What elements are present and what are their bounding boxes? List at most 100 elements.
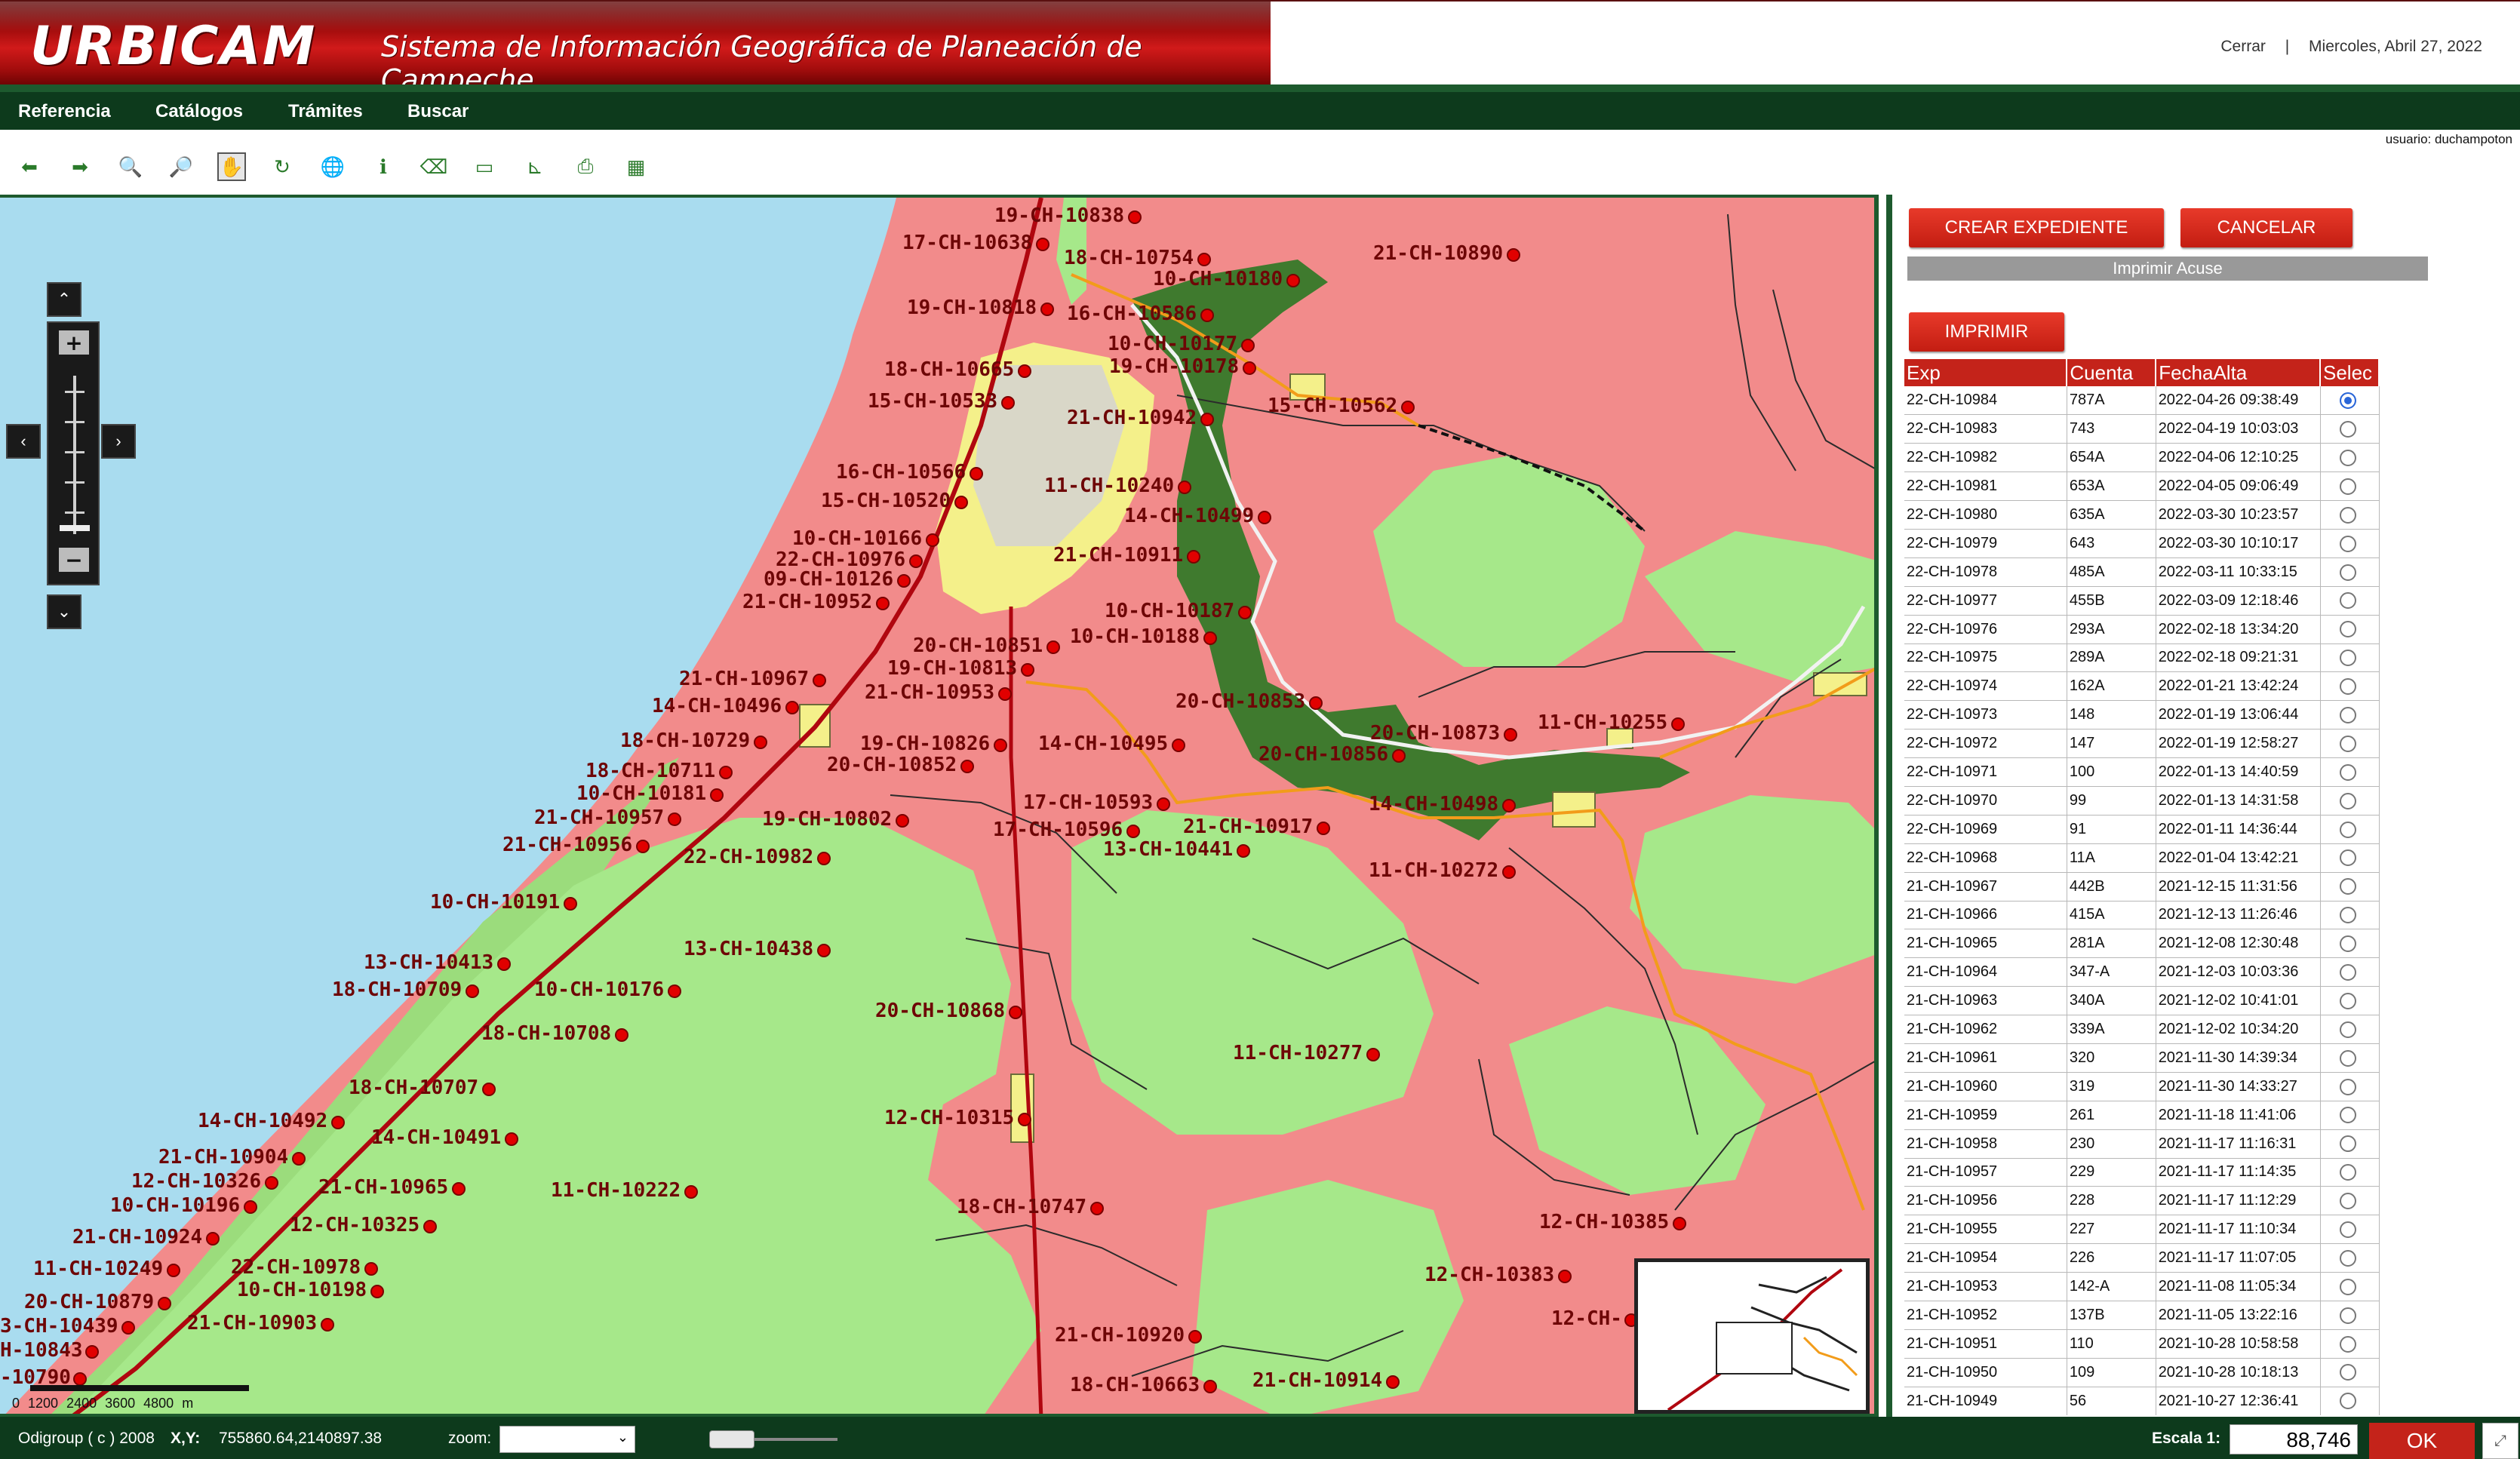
refresh-icon[interactable]: ↻ [268, 152, 297, 181]
expediente-marker[interactable] [1178, 481, 1191, 494]
select-radio[interactable] [2339, 535, 2356, 552]
expediente-marker[interactable] [684, 1185, 698, 1199]
expediente-marker[interactable] [817, 852, 831, 865]
expediente-marker[interactable] [754, 736, 767, 749]
table-row[interactable]: 21-CH-10954 226 2021-11-17 11:07:05 [1904, 1243, 2380, 1273]
expediente-marker[interactable] [1286, 274, 1300, 287]
zoom-out-button[interactable]: − [59, 548, 89, 573]
expediente-marker[interactable] [954, 496, 968, 509]
select-radio[interactable] [2339, 621, 2356, 638]
expediente-marker[interactable] [636, 840, 650, 853]
table-row[interactable]: 21-CH-10958 230 2021-11-17 11:16:31 [1904, 1129, 2380, 1159]
zoom-range-handle[interactable] [709, 1430, 754, 1448]
expediente-marker[interactable] [1172, 739, 1185, 752]
select-radio[interactable] [2339, 1249, 2356, 1267]
menu-item-catalogos[interactable]: Catálogos [155, 101, 243, 122]
expediente-marker[interactable] [423, 1220, 437, 1233]
expediente-marker[interactable] [1018, 1113, 1031, 1126]
measure-area-icon[interactable]: ⊾ [521, 152, 549, 181]
overview-extent[interactable] [1716, 1322, 1793, 1375]
expediente-marker[interactable] [497, 957, 511, 971]
expediente-marker[interactable] [1671, 717, 1685, 731]
select-radio[interactable] [2339, 1164, 2356, 1181]
expediente-marker[interactable] [1243, 361, 1256, 375]
expediente-marker[interactable] [1203, 631, 1217, 645]
expediente-marker[interactable] [710, 788, 724, 802]
expediente-marker[interactable] [1157, 797, 1170, 811]
table-row[interactable]: 22-CH-10972 147 2022-01-19 12:58:27 [1904, 729, 2380, 759]
pan-down-button[interactable]: ⌄ [47, 594, 81, 629]
expediente-marker[interactable] [1558, 1270, 1572, 1283]
table-row[interactable]: 21-CH-10963 340A 2021-12-02 10:41:01 [1904, 986, 2380, 1016]
select-radio[interactable] [2339, 1049, 2356, 1067]
expediente-marker[interactable] [1090, 1202, 1104, 1215]
select-radio[interactable] [2339, 1135, 2356, 1153]
table-row[interactable]: 22-CH-10968 11A 2022-01-04 13:42:21 [1904, 843, 2380, 873]
expediente-marker[interactable] [970, 467, 983, 481]
expediente-marker[interactable] [896, 814, 909, 828]
expediente-marker[interactable] [370, 1285, 384, 1298]
arrow-left-icon[interactable]: ⬅ [15, 152, 44, 181]
select-radio[interactable] [2339, 849, 2356, 867]
select-radio[interactable] [2339, 763, 2356, 781]
table-row[interactable]: 21-CH-10961 320 2021-11-30 14:39:34 [1904, 1043, 2380, 1073]
select-radio[interactable] [2339, 792, 2356, 809]
select-radio[interactable] [2339, 1078, 2356, 1095]
select-radio[interactable] [2339, 1364, 2356, 1381]
table-row[interactable]: 22-CH-10976 293A 2022-02-18 13:34:20 [1904, 615, 2380, 644]
expediente-marker[interactable] [1203, 1380, 1217, 1393]
expediente-marker[interactable] [1258, 511, 1271, 524]
expedientes-table-wrap[interactable]: Exp Cuenta FechaAlta Selec 22-CH-10984 78… [1904, 359, 2380, 1415]
select-radio[interactable] [2339, 992, 2356, 1009]
expand-corner-icon[interactable]: ⤢ [2482, 1423, 2518, 1459]
select-radio[interactable] [2339, 907, 2356, 924]
expediente-marker[interactable] [1197, 253, 1211, 266]
expediente-marker[interactable] [452, 1182, 466, 1196]
expediente-marker[interactable] [994, 739, 1007, 752]
table-row[interactable]: 22-CH-10980 635A 2022-03-30 10:23:57 [1904, 500, 2380, 530]
table-row[interactable]: 21-CH-10949 56 2021-10-27 12:36:41 [1904, 1387, 2380, 1415]
expediente-marker[interactable] [998, 687, 1012, 701]
expediente-marker[interactable] [364, 1262, 378, 1276]
select-radio[interactable] [2339, 392, 2356, 409]
expediente-marker[interactable] [564, 897, 577, 911]
table-row[interactable]: 21-CH-10960 319 2021-11-30 14:33:27 [1904, 1072, 2380, 1101]
expediente-marker[interactable] [615, 1028, 628, 1042]
expediente-marker[interactable] [1309, 696, 1323, 710]
pan-left-button[interactable]: ‹ [6, 424, 41, 459]
select-radio[interactable] [2339, 1335, 2356, 1353]
expediente-marker[interactable] [1001, 396, 1015, 410]
expediente-marker[interactable] [1009, 1006, 1022, 1019]
scale-input[interactable]: 88,746 [2230, 1424, 2358, 1454]
expediente-marker[interactable] [1673, 1217, 1686, 1230]
select-radio[interactable] [2339, 1393, 2356, 1410]
select-radio[interactable] [2339, 935, 2356, 953]
legend-icon[interactable]: ▦ [622, 152, 650, 181]
select-radio[interactable] [2339, 1193, 2356, 1210]
select-radio[interactable] [2339, 478, 2356, 495]
expediente-marker[interactable] [668, 812, 681, 826]
eraser-icon[interactable]: ⌫ [419, 152, 448, 181]
select-radio[interactable] [2339, 735, 2356, 752]
expediente-marker[interactable] [321, 1318, 334, 1332]
expediente-marker[interactable] [1126, 825, 1140, 838]
overview-map[interactable] [1634, 1258, 1870, 1414]
select-radio[interactable] [2339, 1278, 2356, 1295]
table-row[interactable]: 22-CH-10979 643 2022-03-30 10:10:17 [1904, 529, 2380, 558]
table-row[interactable]: 22-CH-10983 743 2022-04-19 10:03:03 [1904, 414, 2380, 444]
table-row[interactable]: 22-CH-10984 787A 2022-04-26 09:38:49 [1904, 386, 2380, 416]
expediente-marker[interactable] [960, 760, 974, 773]
select-radio[interactable] [2339, 678, 2356, 696]
table-row[interactable]: 21-CH-10957 229 2021-11-17 11:14:35 [1904, 1158, 2380, 1187]
cancel-button[interactable]: CANCELAR [2180, 208, 2353, 247]
expediente-marker[interactable] [505, 1132, 518, 1146]
select-radio[interactable] [2339, 1107, 2356, 1124]
ok-button[interactable]: OK [2369, 1423, 2475, 1459]
select-radio[interactable] [2339, 706, 2356, 723]
expediente-marker[interactable] [817, 944, 831, 957]
print-icon[interactable]: ⎙ [571, 152, 600, 181]
table-row[interactable]: 21-CH-10959 261 2021-11-18 11:41:06 [1904, 1101, 2380, 1130]
expediente-marker[interactable] [1241, 339, 1255, 352]
expediente-marker[interactable] [1237, 844, 1250, 858]
table-row[interactable]: 21-CH-10953 142-A 2021-11-08 11:05:34 [1904, 1272, 2380, 1301]
